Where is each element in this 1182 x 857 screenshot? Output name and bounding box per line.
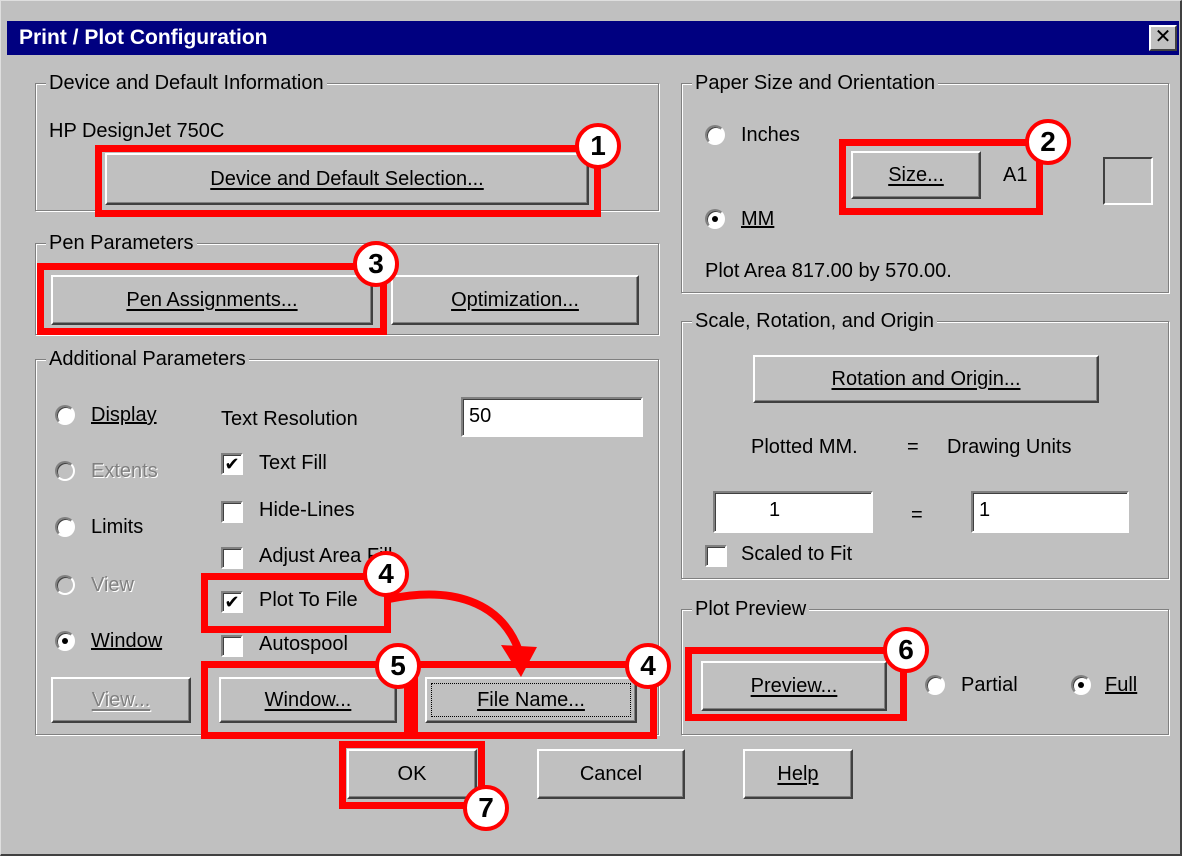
step-badge-1: 1 (575, 123, 621, 169)
step-badge-5: 5 (375, 643, 421, 689)
step-badge-4-plot-to-file: 4 (363, 551, 409, 597)
step-badge-7: 7 (463, 785, 509, 831)
step-badge-2: 2 (1025, 119, 1071, 165)
step-badge-3: 3 (353, 241, 399, 287)
step-badge-6: 6 (883, 627, 929, 673)
step-badge-4-file-name: 4 (625, 643, 671, 689)
print-plot-dialog: Print / Plot Configuration ✕ Device and … (0, 0, 1182, 856)
